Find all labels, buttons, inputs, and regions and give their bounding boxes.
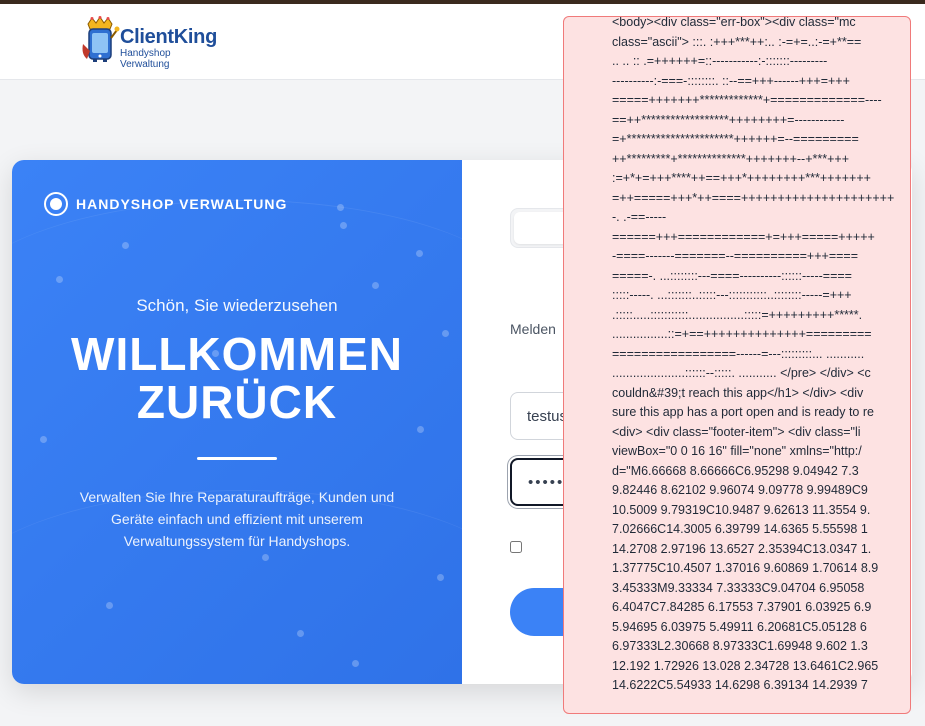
decor-dot bbox=[416, 250, 423, 257]
decor-dot bbox=[337, 204, 344, 211]
radio-circle-icon bbox=[44, 192, 68, 216]
welcome-description: Verwalten Sie Ihre Reparaturaufträge, Ku… bbox=[79, 489, 395, 549]
welcome-headline: WILLKOMMEN ZURÜCK bbox=[12, 330, 462, 426]
error-page-source-text: <body><div class="err-box"><div class="m… bbox=[612, 16, 895, 692]
headline-line-2: ZURÜCK bbox=[136, 376, 338, 428]
crown-phone-mascot-icon bbox=[82, 16, 120, 62]
headline-line-1: WILLKOMMEN bbox=[71, 328, 403, 380]
decor-dot bbox=[122, 242, 129, 249]
decor-dot bbox=[340, 222, 347, 229]
decor-dot bbox=[372, 282, 379, 289]
decor-dot bbox=[297, 630, 304, 637]
decor-dot bbox=[437, 574, 444, 581]
decor-dot bbox=[417, 426, 424, 433]
welcome-greeting: Schön, Sie wiederzusehen bbox=[136, 296, 338, 315]
remember-me-checkbox[interactable] bbox=[510, 541, 522, 553]
logo-text: ClientKing Handyshop Verwaltung bbox=[120, 26, 220, 70]
welcome-panel: HANDYSHOP VERWALTUNG Schön, Sie wiederzu… bbox=[12, 160, 532, 684]
error-page-overlay: <body><div class="err-box"><div class="m… bbox=[563, 16, 911, 714]
brand-tagline: Handyshop Verwaltung bbox=[120, 48, 171, 70]
clientking-logo[interactable]: ClientKing Handyshop Verwaltung bbox=[80, 16, 220, 70]
badge-label: HANDYSHOP VERWALTUNG bbox=[76, 196, 288, 212]
app-badge: HANDYSHOP VERWALTUNG bbox=[44, 192, 287, 216]
decor-dot bbox=[262, 554, 269, 561]
decor-dot bbox=[106, 602, 113, 609]
login-hint: Melden bbox=[510, 321, 556, 337]
brand-name: ClientKing bbox=[120, 26, 217, 48]
decor-dot bbox=[56, 276, 63, 283]
headline-divider bbox=[197, 457, 277, 460]
decor-dot bbox=[40, 436, 47, 443]
decor-dot bbox=[352, 660, 359, 667]
